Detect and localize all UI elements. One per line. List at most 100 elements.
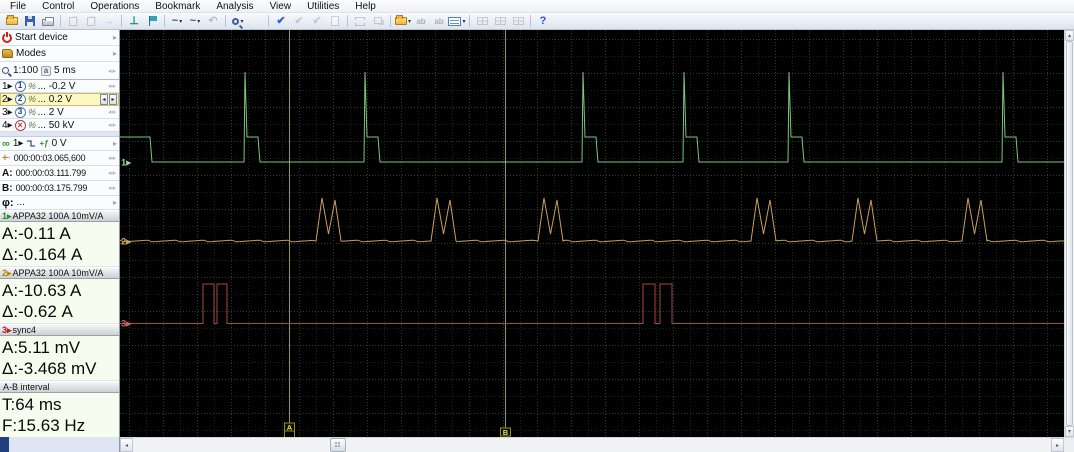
export-button[interactable]: →: [100, 14, 118, 29]
channel-marker-3[interactable]: 3▸: [121, 319, 132, 330]
sync-level-icon: +ƒ: [39, 139, 49, 148]
channel-4-range: ... 50 kV: [37, 119, 75, 131]
scope-plot[interactable]: AB1▸2▸3▸: [120, 30, 1064, 437]
cursor-a-spinner[interactable]: ◂▸: [108, 169, 117, 177]
toolbar: → ⊥ ~ ▾ ~ ▾ ↶ ▾ ✔ ✔ ✔ ▾ ab ab ▾?: [0, 13, 1074, 30]
measure-value-a: A:-0.11 A: [2, 224, 71, 243]
check-tertiary-button[interactable]: ✔: [308, 14, 326, 29]
copy-link-button[interactable]: [369, 14, 387, 29]
cursor-b-row[interactable]: B: 000:00:03.175.799 ◂▸: [0, 181, 119, 196]
channel-3-row[interactable]: 3▸ 3 % ... 2 V ◂▸: [0, 106, 119, 119]
channel-2-increase-button[interactable]: ▸: [109, 93, 117, 105]
sync-row[interactable]: ∞ 1▸ +ƒ 0 V ▸: [0, 137, 119, 151]
signal-menu-button[interactable]: ~ ▾: [168, 14, 186, 29]
channel-1-row[interactable]: 1▸ 1 % ... -0.2 V ◂▸: [0, 80, 119, 93]
measure-panel-ch2: 2▸ APPA32 100A 10mV/A A:-10.63 A Δ:-0.62…: [0, 267, 119, 323]
dropdown-arrow-icon: ▾: [179, 18, 183, 25]
modes-icon: [2, 49, 13, 58]
measure-value-t: T:64 ms: [2, 395, 62, 414]
dash-icon: [355, 16, 365, 26]
select-area-button[interactable]: [351, 14, 369, 29]
vertical-scroll-thumb[interactable]: [1066, 41, 1073, 426]
start-device-button[interactable]: Start device ▸: [0, 30, 119, 46]
menu-control[interactable]: Control: [34, 0, 82, 13]
check-g-icon: ✔: [294, 14, 304, 27]
toolbar-separator: [469, 15, 470, 27]
menu-operations[interactable]: Operations: [82, 0, 147, 13]
abc-icon: ab: [416, 16, 426, 26]
channel-marker-1[interactable]: 1▸: [121, 158, 132, 169]
menu-file[interactable]: File: [2, 0, 34, 13]
copy-screen-button[interactable]: [64, 14, 82, 29]
start-device-label: Start device: [15, 32, 68, 43]
link-icon: [374, 16, 382, 24]
level-marker-button[interactable]: ⊥: [125, 14, 143, 29]
wave-icon: ~: [189, 14, 197, 27]
scroll-left-button[interactable]: ◂: [120, 438, 133, 452]
menu-analysis[interactable]: Analysis: [208, 0, 261, 13]
print-button[interactable]: [39, 14, 57, 29]
menu-utilities[interactable]: Utilities: [299, 0, 347, 13]
time-position-row[interactable]: +~ 000:00:03.065,600 ◂▸: [0, 151, 119, 166]
measure-panel-ch3: 3▸ sync4 A:5.11 mV Δ:-3.468 mV: [0, 324, 119, 380]
copy-fragment-button[interactable]: [82, 14, 100, 29]
apply-check-button[interactable]: ✔: [272, 14, 290, 29]
channel-4-spinner[interactable]: ◂▸: [108, 121, 117, 129]
time-position-spinner[interactable]: ◂▸: [108, 154, 117, 162]
time-position-icon: +~: [2, 152, 11, 164]
channel-2-decrease-button[interactable]: ◂: [100, 93, 108, 105]
abc-folder-button[interactable]: ▾: [394, 14, 412, 29]
cursor-a-row[interactable]: A: 000:00:03.111.799 ◂▸: [0, 166, 119, 181]
bookmark-flag-button[interactable]: [143, 14, 161, 29]
horizontal-scrollbar[interactable]: ◂ ▸: [120, 437, 1074, 452]
signal-compare-button[interactable]: ~ ▾: [186, 14, 204, 29]
channel-4-row[interactable]: 4▸ × % ... 50 kV ◂▸: [0, 119, 119, 132]
wave-icon: ~: [171, 14, 179, 27]
check-secondary-button[interactable]: ✔: [290, 14, 308, 29]
help-button[interactable]: ?: [534, 14, 552, 29]
phase-row[interactable]: φ: ... ▸: [0, 196, 119, 210]
save-button[interactable]: [21, 14, 39, 29]
scroll-up-button[interactable]: ▴: [1065, 30, 1074, 41]
horizontal-scroll-track[interactable]: [133, 438, 1051, 452]
menu-bookmark[interactable]: Bookmark: [147, 0, 208, 13]
scale-spinner[interactable]: ◂▸: [108, 67, 117, 75]
probe-divider-icon: %: [26, 81, 37, 91]
level-icon: ⊥: [129, 14, 139, 27]
menu-help[interactable]: Help: [347, 0, 384, 13]
scale-row[interactable]: 1:100 a 5 ms ◂▸: [0, 62, 119, 80]
measure-header-ch2: 2▸ APPA32 100A 10mV/A: [0, 267, 119, 279]
scroll-down-button[interactable]: ▾: [1065, 426, 1074, 437]
channel-marker-2[interactable]: 2▸: [121, 237, 132, 248]
menu-view[interactable]: View: [262, 0, 300, 13]
page-icon: [331, 16, 339, 26]
zoom-menu-button[interactable]: ▾: [229, 14, 247, 29]
undo-button[interactable]: ↶: [204, 14, 222, 29]
save-icon: [25, 16, 35, 26]
channel-3-spinner[interactable]: ◂▸: [108, 108, 117, 116]
toolbar-separator: [121, 15, 122, 27]
modes-button[interactable]: Modes ▸: [0, 46, 119, 62]
channel-1-badge-icon: 1: [14, 80, 26, 92]
scroll-right-button[interactable]: ▸: [1051, 438, 1064, 452]
report-page-button[interactable]: [326, 14, 344, 29]
channel-1-spinner[interactable]: ◂▸: [108, 82, 117, 90]
abc-box-button[interactable]: ab: [430, 14, 448, 29]
submenu-arrow-icon: ▸: [112, 198, 117, 207]
cursor-b-spinner[interactable]: ◂▸: [108, 184, 117, 192]
submenu-arrow-icon: ▸: [112, 49, 117, 58]
table-1-button[interactable]: [473, 14, 491, 29]
measure-header-ch3: 3▸ sync4: [0, 324, 119, 336]
abc-next-button[interactable]: ab: [412, 14, 430, 29]
table-2-button[interactable]: [491, 14, 509, 29]
toolbar-separator: [530, 15, 531, 27]
channel-2-row[interactable]: 2▸ 2 % ... 0.2 V ◂ ▸: [0, 93, 119, 106]
collapse-button[interactable]: [247, 14, 265, 29]
table-3-button[interactable]: [509, 14, 527, 29]
abc-card-button[interactable]: ▾: [448, 14, 466, 29]
open-button[interactable]: [3, 14, 21, 29]
vertical-scrollbar[interactable]: ▴ ▾: [1064, 30, 1074, 437]
horizontal-scroll-thumb[interactable]: [330, 438, 346, 452]
modes-label: Modes: [16, 48, 47, 59]
measure-value-delta: Δ:-3.468 mV: [2, 359, 97, 378]
